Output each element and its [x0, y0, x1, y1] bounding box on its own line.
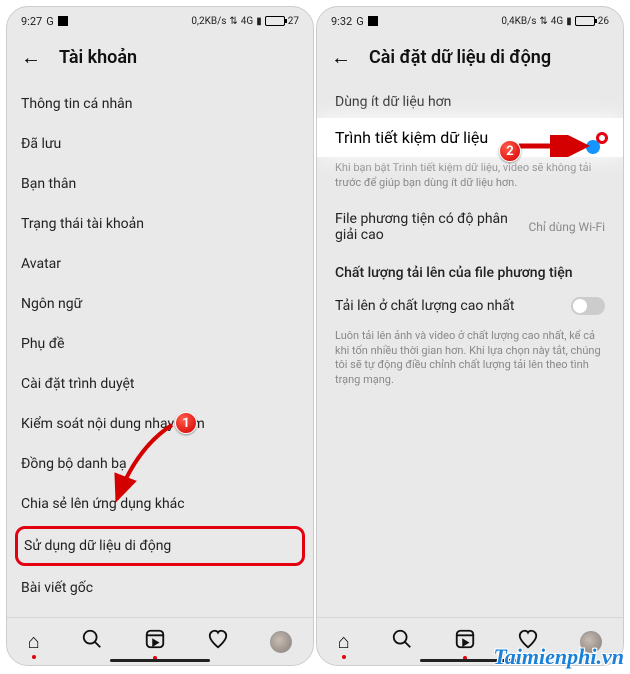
back-arrow-icon[interactable]: ← — [21, 45, 41, 70]
status-app-icon — [58, 16, 68, 26]
status-net: G — [356, 15, 364, 28]
back-arrow-icon[interactable]: ← — [331, 45, 351, 70]
header: ← Cài đặt dữ liệu di động — [317, 35, 623, 84]
search-icon[interactable] — [81, 628, 103, 655]
watermark: Taimienphi.vn — [493, 644, 624, 670]
list-item[interactable]: Ngôn ngữ — [21, 284, 299, 324]
search-icon[interactable] — [391, 628, 413, 655]
phone-right: 9:32 G 0,4KB/s ⇅ 4G ▮ 26 ← Cài đặt dữ li… — [316, 6, 624, 666]
annotation-highlight-box — [596, 132, 608, 144]
section-header: Chất lượng tải lên của file phương tiện — [335, 253, 605, 287]
list-item[interactable]: Phụ đề — [21, 324, 299, 364]
status-sig: 4G — [551, 16, 563, 27]
reels-icon[interactable] — [454, 628, 476, 655]
data-saver-label: Trình tiết kiệm dữ liệu — [335, 128, 488, 147]
header: ← Tài khoản — [7, 35, 313, 84]
battery-icon — [575, 16, 595, 26]
annotation-arrow-2 — [517, 135, 595, 157]
status-net: G — [46, 15, 54, 28]
heart-icon[interactable] — [207, 628, 229, 655]
list-item[interactable]: Đã lưu — [21, 124, 299, 164]
status-batt: 27 — [288, 16, 299, 27]
reels-icon[interactable] — [144, 628, 166, 655]
status-sig: 4G — [241, 16, 253, 27]
annotation-badge-2: 2 — [499, 140, 521, 162]
list-item[interactable]: Bài viết gốc — [21, 568, 299, 608]
list-item[interactable]: Bạn thân — [21, 164, 299, 204]
upload-quality-label: Tải lên ở chất lượng cao nhất — [335, 298, 514, 314]
section-header: Dùng ít dữ liệu hơn — [335, 84, 605, 118]
status-app-icon — [368, 16, 378, 26]
upload-quality-row[interactable]: Tải lên ở chất lượng cao nhất — [335, 287, 605, 325]
status-time: 9:27 — [21, 15, 42, 28]
upload-quality-description: Luôn tải lên ảnh và video ở chất lượng c… — [335, 325, 605, 398]
phone-left: 9:27 G 0,2KB/s ⇅ 4G ▮ 27 ← Tài khoản Thô… — [6, 6, 314, 666]
status-batt: 26 — [598, 16, 609, 27]
home-icon[interactable]: ⌂ — [338, 629, 350, 654]
profile-avatar-icon[interactable] — [270, 631, 292, 653]
home-icon[interactable]: ⌂ — [28, 629, 40, 654]
bottom-nav: ⌂ — [7, 617, 313, 665]
high-res-value: Chỉ dùng Wi-Fi — [528, 220, 605, 234]
settings-list: Thông tin cá nhân Đã lưu Bạn thân Trạng … — [7, 84, 313, 648]
annotation-arrow-1 — [97, 417, 187, 512]
data-saver-description: Khi bạn bật Trình tiết kiệm dữ liệu, vid… — [335, 157, 605, 201]
battery-icon — [265, 16, 285, 26]
page-title: Tài khoản — [59, 47, 137, 68]
status-bar: 9:32 G 0,4KB/s ⇅ 4G ▮ 26 — [317, 7, 623, 35]
list-item[interactable]: Cài đặt trình duyệt — [21, 364, 299, 404]
list-item[interactable]: Avatar — [21, 244, 299, 284]
status-time: 9:32 — [331, 15, 352, 28]
high-res-label: File phương tiện có độ phân giải cao — [335, 211, 525, 243]
list-item[interactable]: Thông tin cá nhân — [21, 84, 299, 124]
list-item[interactable]: Trạng thái tài khoản — [21, 204, 299, 244]
high-res-media-row[interactable]: File phương tiện có độ phân giải cao Chỉ… — [335, 201, 605, 253]
status-bar: 9:27 G 0,2KB/s ⇅ 4G ▮ 27 — [7, 7, 313, 35]
upload-quality-toggle[interactable] — [571, 297, 605, 315]
list-item-cellular-data[interactable]: Sử dụng dữ liệu di động — [15, 526, 305, 566]
page-title: Cài đặt dữ liệu di động — [369, 47, 551, 68]
status-speed: 0,2KB/s — [191, 16, 226, 27]
home-indicator — [110, 659, 210, 662]
status-speed: 0,4KB/s — [501, 16, 536, 27]
annotation-badge-1: 1 — [175, 412, 197, 434]
